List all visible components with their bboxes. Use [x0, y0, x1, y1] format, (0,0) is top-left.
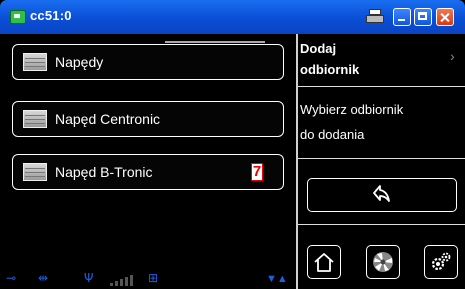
- maximize-button[interactable]: [414, 8, 432, 26]
- count-badge: 7: [251, 163, 263, 181]
- divider: [298, 224, 465, 225]
- close-button[interactable]: [436, 8, 454, 26]
- blind-icon: [23, 53, 47, 71]
- chevron-right-icon[interactable]: ›: [450, 48, 455, 64]
- app-icon: [10, 10, 26, 24]
- list-item-drives[interactable]: Napędy: [12, 41, 284, 80]
- plug-icon: ⊸: [6, 271, 17, 285]
- panel-title: Dodaj odbiornik: [300, 38, 450, 80]
- panel-description: Wybierz odbiornik do dodania: [300, 97, 460, 147]
- printer-icon[interactable]: [366, 9, 384, 25]
- title-bar[interactable]: cc51:0: [0, 0, 465, 34]
- fan-icon: [373, 252, 393, 272]
- sort-arrows-icon[interactable]: ▼▲: [266, 273, 288, 285]
- status-bar: ⊸ ⇹ Ψ ⊞ ▼▲: [0, 265, 296, 289]
- device-list-panel: Napędy Napęd Centronic Napęd B-Tronic 7 …: [0, 34, 296, 289]
- fan-button[interactable]: [366, 245, 400, 279]
- list-item-label: Napęd Centronic: [55, 111, 161, 127]
- divider: [298, 86, 465, 87]
- network-icon: ⊞: [148, 271, 159, 285]
- app-window: cc51:0 Napędy Napęd Centronic Napęd B-Tr…: [0, 0, 465, 289]
- panel-title-line2: odbiornik: [300, 62, 360, 77]
- antenna-icon: Ψ: [84, 271, 94, 285]
- list-item-label: Napędy: [55, 54, 104, 70]
- home-icon: [314, 253, 334, 272]
- window-title: cc51:0: [30, 8, 72, 23]
- list-item-label: Napęd B-Tronic: [55, 164, 153, 180]
- description-line1: Wybierz odbiornik: [300, 102, 404, 117]
- list-item-centronic[interactable]: Napęd Centronic: [12, 101, 284, 137]
- undo-arrow-icon: [373, 185, 390, 202]
- action-panel: Dodaj odbiornik › Wybierz odbiornik do d…: [298, 34, 465, 289]
- home-button[interactable]: [307, 245, 341, 279]
- blind-icon: [23, 163, 47, 181]
- list-item-btronic[interactable]: Napęd B-Tronic 7: [12, 154, 284, 190]
- panel-title-line1: Dodaj: [300, 41, 337, 56]
- settings-button[interactable]: [424, 245, 458, 279]
- description-line2: do dodania: [300, 127, 365, 142]
- divider: [298, 158, 465, 159]
- minimize-button[interactable]: [393, 8, 411, 26]
- gears-icon: [431, 252, 451, 271]
- link-icon: ⇹: [38, 271, 49, 285]
- signal-strength-icon: [110, 274, 134, 286]
- back-button[interactable]: [307, 178, 457, 212]
- blind-icon: [23, 110, 47, 128]
